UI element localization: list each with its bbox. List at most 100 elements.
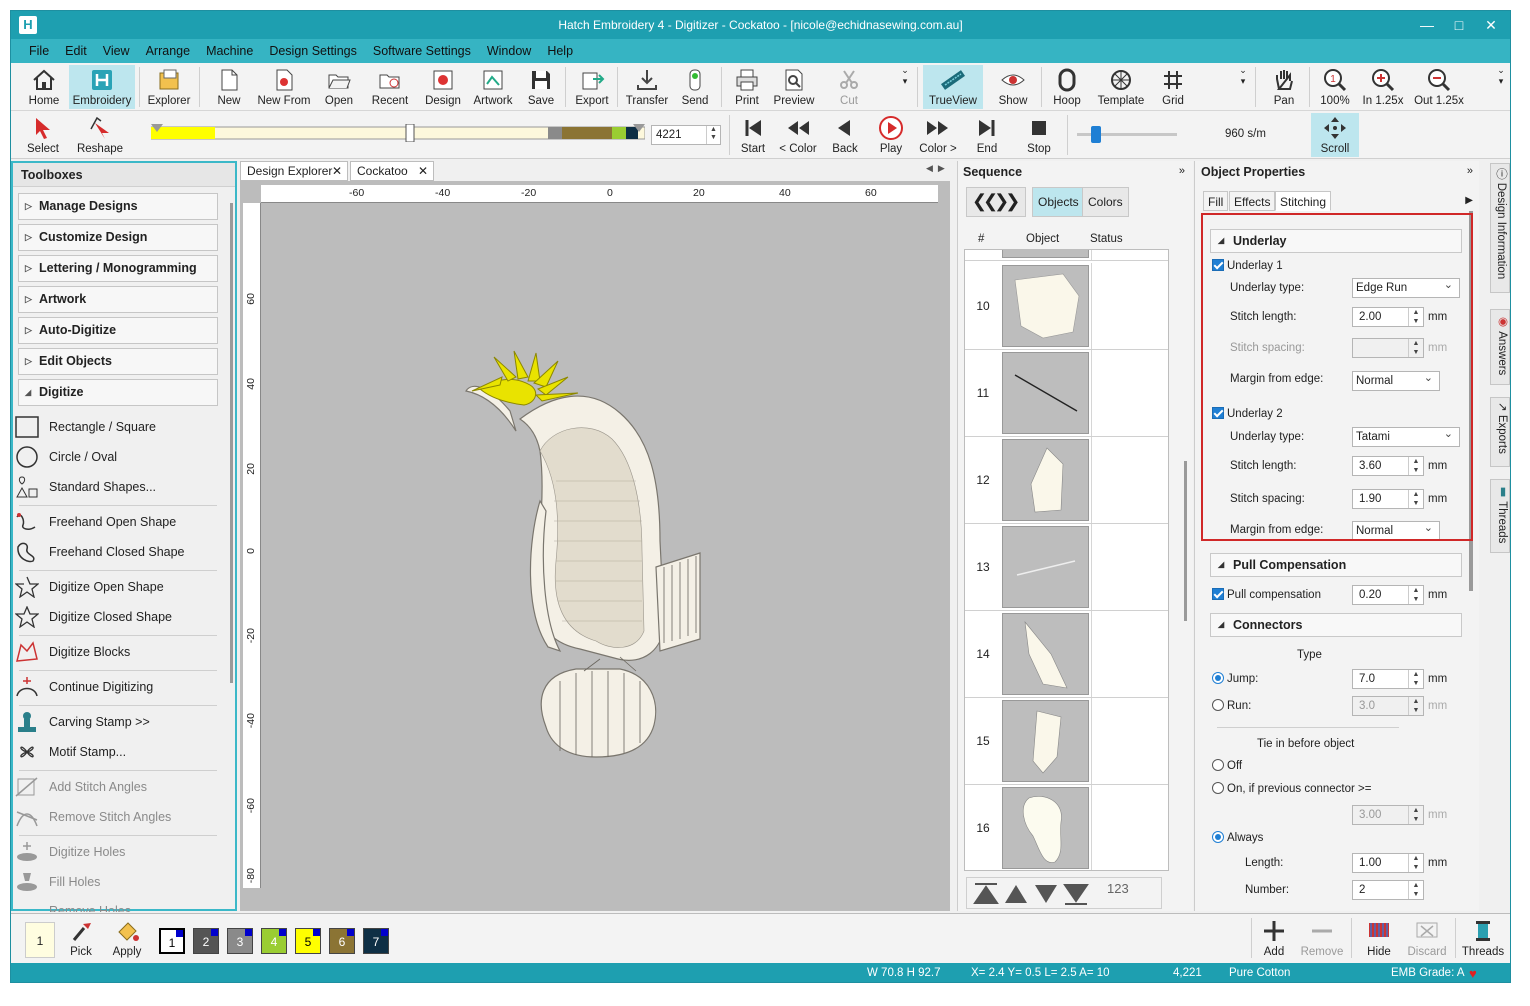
objects-toggle[interactable]: Objects (1032, 187, 1085, 217)
color-swatch-2[interactable]: 2 (193, 928, 219, 954)
list-item[interactable]: 14 (965, 611, 1168, 698)
design-canvas[interactable] (240, 181, 950, 911)
toolbar-overflow-1[interactable]: ⌄ ▾ (899, 65, 911, 109)
list-item[interactable]: 11 (965, 350, 1168, 437)
print-button[interactable]: Print (729, 65, 765, 109)
tool-fill-holes[interactable]: Fill Holes (13, 868, 203, 896)
embroidery-button[interactable]: Embroidery (69, 65, 135, 109)
back-button[interactable]: Back (827, 113, 863, 157)
color-swatch-4[interactable]: 4 (261, 928, 287, 954)
tool-digitize-blocks[interactable]: Digitize Blocks (13, 638, 203, 666)
remove-color-button[interactable]: Remove (1299, 916, 1345, 960)
speed-slider-thumb[interactable] (1091, 126, 1101, 143)
group-manage-designs[interactable]: Manage Designs (18, 193, 218, 220)
grid-button[interactable]: Grid (1155, 65, 1191, 109)
tool-freehand-closed[interactable]: Freehand Closed Shape (13, 538, 203, 566)
group-auto-digitize[interactable]: Auto-Digitize (18, 317, 218, 344)
preview-button[interactable]: Preview (771, 65, 817, 109)
menu-edit[interactable]: Edit (57, 39, 95, 63)
scroll-button[interactable]: Scroll (1311, 113, 1359, 157)
hoop-button[interactable]: Hoop (1047, 65, 1087, 109)
colors-toggle[interactable]: Colors (1082, 187, 1129, 217)
reorder-arrows-icon[interactable] (971, 879, 1111, 909)
tool-motif-stamp[interactable]: Motif Stamp... (13, 738, 203, 766)
send-button[interactable]: Send (677, 65, 713, 109)
color-swatch-5[interactable]: 5 (295, 928, 321, 954)
tab-scroll-arrows[interactable]: ◀ ▶ (926, 163, 945, 174)
tab-design-explorer[interactable]: Design Explorer ✕ (240, 161, 348, 181)
side-tab-threads[interactable]: ▮ Threads (1490, 479, 1510, 553)
toolbar-overflow-2[interactable]: ⌄ ▾ (1237, 65, 1249, 109)
group-digitize[interactable]: Digitize (18, 379, 218, 406)
apply-button[interactable]: Apply (107, 916, 147, 960)
jump-input[interactable]: 7.0 ▲ ▼ (1352, 669, 1424, 689)
recent-button[interactable]: Recent (365, 65, 415, 109)
explorer-button[interactable]: Explorer (143, 65, 195, 109)
tool-standard-shapes[interactable]: Standard Shapes... (13, 473, 203, 501)
pick-button[interactable]: Pick (63, 916, 99, 960)
close-tab-icon[interactable]: ✕ (418, 162, 428, 180)
color-forward-button[interactable]: Color > (915, 113, 961, 157)
menu-software-settings[interactable]: Software Settings (365, 39, 479, 63)
artwork-button[interactable]: Artwork (469, 65, 517, 109)
side-tab-design-information[interactable]: ⓘ Design Information (1490, 163, 1510, 293)
connectors-section[interactable]: Connectors (1210, 613, 1462, 637)
pull-compensation-section[interactable]: Pull Compensation (1210, 553, 1462, 577)
transfer-button[interactable]: Transfer (623, 65, 671, 109)
menu-file[interactable]: File (21, 39, 57, 63)
tie-off-radio[interactable]: Off (1212, 758, 1242, 774)
group-customize-design[interactable]: Customize Design (18, 224, 218, 251)
color-swatch-1[interactable]: 1 (159, 928, 185, 954)
tool-digitize-open[interactable]: Digitize Open Shape (13, 573, 203, 601)
menu-machine[interactable]: Machine (198, 39, 261, 63)
show-button[interactable]: Show (991, 65, 1035, 109)
template-button[interactable]: Template (1093, 65, 1149, 109)
tab-fill[interactable]: Fill (1203, 191, 1229, 211)
tab-effects[interactable]: Effects (1229, 191, 1276, 211)
tool-carving-stamp[interactable]: Carving Stamp >> (13, 708, 203, 736)
group-artwork[interactable]: Artwork (18, 286, 218, 313)
pull-compensation-input[interactable]: 0.20 ▲ ▼ (1352, 585, 1424, 605)
tie-always-radio[interactable]: Always (1212, 830, 1263, 846)
color-swatch-3[interactable]: 3 (227, 928, 253, 954)
home-button[interactable]: Home (19, 65, 69, 109)
end-button[interactable]: End (969, 113, 1005, 157)
list-item[interactable]: 13 (965, 524, 1168, 611)
collapse-panel-icon[interactable]: » (1467, 165, 1473, 177)
sequence-scrollbar[interactable] (1184, 461, 1187, 621)
toolbar-overflow-3[interactable]: ⌄ ▾ (1495, 65, 1507, 109)
close-button[interactable]: ✕ (1476, 15, 1506, 35)
add-color-button[interactable]: Add (1257, 916, 1291, 960)
discard-color-button[interactable]: Discard (1405, 916, 1449, 960)
minimize-button[interactable]: — (1412, 15, 1442, 35)
tie-length-input[interactable]: 1.00 ▲ ▼ (1352, 853, 1424, 873)
cut-button[interactable]: Cut (829, 65, 869, 109)
threads-button[interactable]: Threads (1461, 916, 1505, 960)
group-lettering[interactable]: Lettering / Monogramming (18, 255, 218, 282)
sequence-nav-buttons[interactable]: ❮❮❯❯ (966, 187, 1026, 217)
tool-remove-holes[interactable]: Remove Holes (13, 898, 203, 912)
open-button[interactable]: Open (321, 65, 357, 109)
stitch-number-input[interactable]: 4221 ▲ ▼ (651, 125, 721, 145)
tab-stitching[interactable]: Stitching (1275, 191, 1332, 211)
start-button[interactable]: Start (735, 113, 771, 157)
color-back-button[interactable]: < Color (775, 113, 821, 157)
group-edit-objects[interactable]: Edit Objects (18, 348, 218, 375)
tool-circle[interactable]: Circle / Oval (13, 443, 203, 471)
side-tab-answers[interactable]: ◉ Answers (1490, 309, 1510, 385)
tie-on-if-input[interactable]: 3.00 ▲ ▼ (1352, 805, 1424, 825)
menu-design-settings[interactable]: Design Settings (261, 39, 365, 63)
new-button[interactable]: New (211, 65, 247, 109)
reshape-button[interactable]: Reshape (75, 113, 125, 157)
menu-help[interactable]: Help (539, 39, 581, 63)
side-tab-exports[interactable]: ↗ Exports (1490, 397, 1510, 467)
collapse-panel-icon[interactable]: » (1179, 165, 1185, 177)
maximize-button[interactable]: □ (1444, 15, 1474, 35)
select-button[interactable]: Select (21, 113, 65, 157)
close-tab-icon[interactable]: ✕ (332, 162, 342, 180)
stitch-slider[interactable] (150, 123, 646, 143)
tool-continue-digitizing[interactable]: Continue Digitizing (13, 673, 203, 701)
tab-cockatoo[interactable]: Cockatoo ✕ (350, 161, 434, 181)
sort-numeric-icon[interactable]: 123 (1107, 881, 1129, 896)
zoom-in-button[interactable]: In 1.25x (1361, 65, 1405, 109)
